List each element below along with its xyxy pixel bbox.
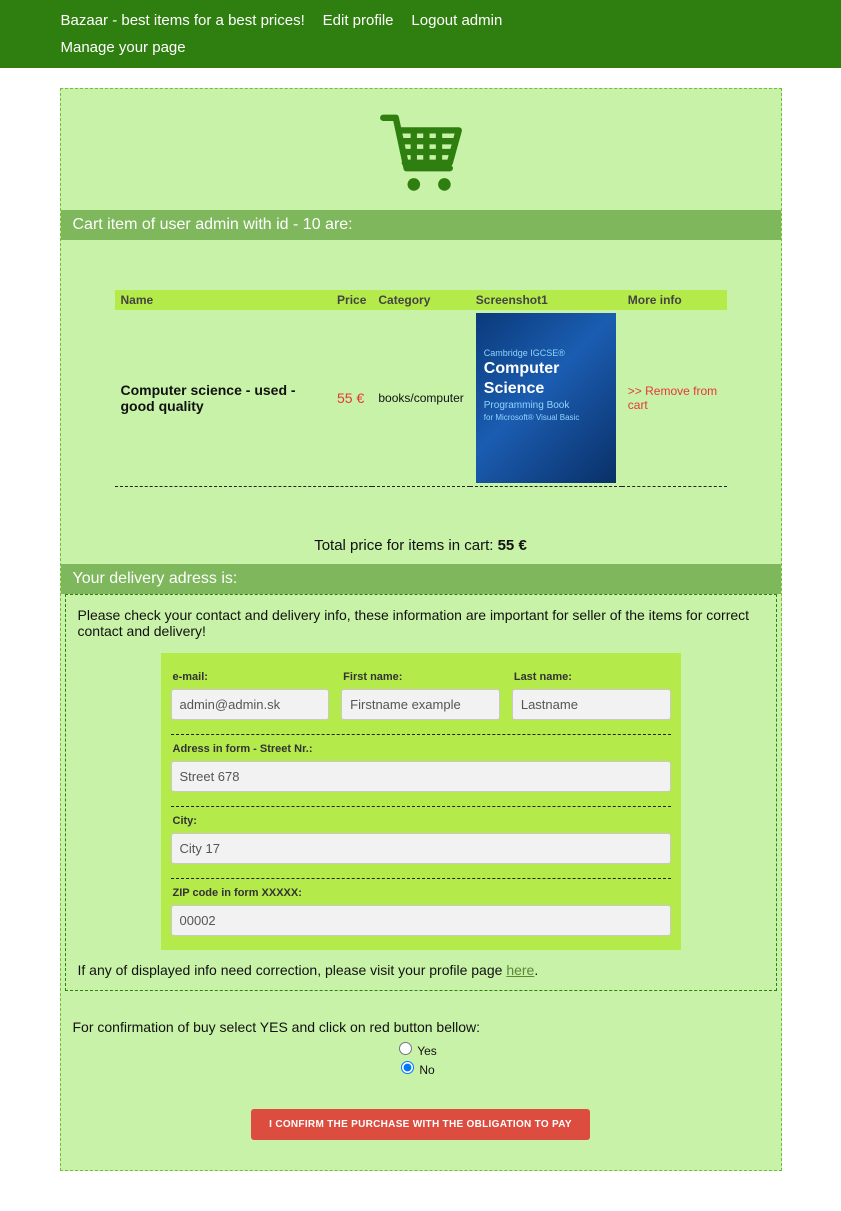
cart-icon-wrap [61, 89, 781, 210]
confirm-block: For confirmation of buy select YES and c… [61, 1019, 781, 1077]
book-cover-subtitle: Cambridge IGCSE® [484, 348, 608, 358]
shopping-cart-icon [376, 184, 466, 200]
address-label: Adress in form - Street Nr.: [173, 743, 671, 755]
book-cover-image: Cambridge IGCSE® Computer Science Progra… [476, 313, 616, 483]
table-row: Computer science - used - good quality 5… [115, 310, 727, 487]
cart-total-value: 55 € [498, 537, 527, 554]
item-name: Computer science - used - good quality [115, 310, 332, 487]
address-field[interactable] [171, 761, 671, 792]
delivery-instructions: Please check your contact and delivery i… [78, 607, 764, 639]
item-category: books/computer [372, 310, 469, 487]
correction-text: If any of displayed info need correction… [78, 962, 507, 978]
confirm-no-label: No [419, 1063, 434, 1077]
item-screenshot: Cambridge IGCSE® Computer Science Progra… [470, 310, 622, 487]
col-category: Category [372, 290, 469, 310]
first-name-label: First name: [343, 671, 500, 683]
confirm-radio-group: Yes No [73, 1039, 769, 1077]
nav-logout-link[interactable]: Logout admin [411, 8, 502, 34]
nav-home-link[interactable]: Bazaar - best items for a best prices! [61, 8, 305, 34]
book-cover-line3: Programming Book [484, 400, 608, 411]
col-name: Name [115, 290, 332, 310]
book-cover-line4: for Microsoft® Visual Basic [484, 413, 608, 422]
email-field[interactable] [171, 689, 330, 720]
confirm-no-radio[interactable] [401, 1061, 414, 1074]
cart-total: Total price for items in cart: 55 € [61, 537, 781, 554]
confirm-prompt: For confirmation of buy select YES and c… [73, 1019, 769, 1035]
page-container: Cart item of user admin with id - 10 are… [60, 88, 782, 1171]
book-cover-title-2: Science [484, 380, 608, 398]
delivery-form: e-mail: First name: Last name: Adress in… [161, 653, 681, 950]
cart-items-header: Cart item of user admin with id - 10 are… [61, 210, 781, 240]
confirm-yes-label: Yes [417, 1044, 437, 1058]
item-price: 55 € [331, 310, 372, 487]
cart-items-table: Name Price Category Screenshot1 More inf… [115, 290, 727, 487]
zip-field[interactable] [171, 905, 671, 936]
col-price: Price [331, 290, 372, 310]
email-label: e-mail: [173, 671, 330, 683]
delivery-address-header: Your delivery adress is: [61, 564, 781, 594]
col-screenshot: Screenshot1 [470, 290, 622, 310]
book-cover-title-1: Computer [484, 360, 608, 378]
top-navbar: Bazaar - best items for a best prices! E… [0, 0, 841, 68]
item-actions: >> Remove from cart [622, 310, 727, 487]
first-name-field[interactable] [341, 689, 500, 720]
cart-total-label: Total price for items in cart: [314, 537, 497, 554]
city-label: City: [173, 815, 671, 827]
last-name-label: Last name: [514, 671, 671, 683]
remove-from-cart-link[interactable]: >> Remove from cart [628, 384, 717, 412]
zip-label: ZIP code in form XXXXX: [173, 887, 671, 899]
correction-note: If any of displayed info need correction… [78, 962, 764, 978]
table-header-row: Name Price Category Screenshot1 More inf… [115, 290, 727, 310]
delivery-box: Please check your contact and delivery i… [65, 594, 777, 991]
confirm-purchase-button[interactable]: I CONFIRM THE PURCHASE WITH THE OBLIGATI… [251, 1109, 590, 1140]
last-name-field[interactable] [512, 689, 671, 720]
profile-here-link[interactable]: here [506, 962, 534, 978]
city-field[interactable] [171, 833, 671, 864]
nav-edit-profile-link[interactable]: Edit profile [323, 8, 394, 34]
nav-manage-page-link[interactable]: Manage your page [61, 35, 186, 61]
col-more-info: More info [622, 290, 727, 310]
